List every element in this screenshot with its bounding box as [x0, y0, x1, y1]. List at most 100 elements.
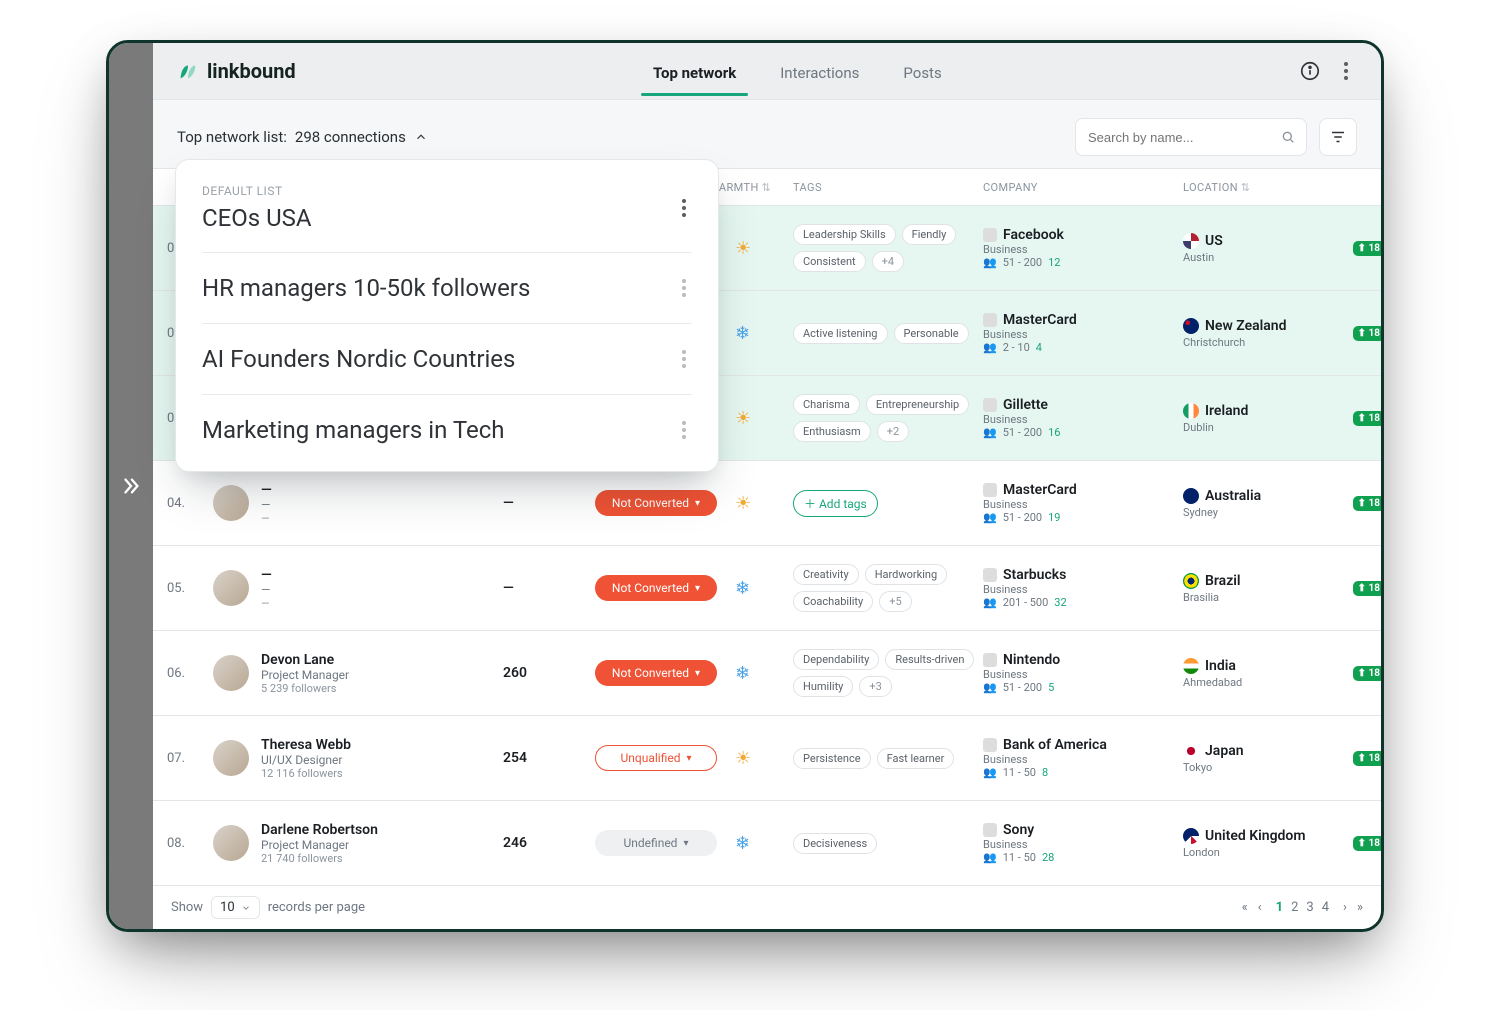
- page-number[interactable]: 3: [1306, 900, 1313, 915]
- score-badge[interactable]: ⬆ 18: [1353, 496, 1384, 511]
- country: Brazil: [1205, 573, 1241, 589]
- country: New Zealand: [1205, 318, 1287, 334]
- tags-cell: Creativity Hardworking Coachability +5: [793, 564, 983, 612]
- col-location[interactable]: LOCATION: [1183, 181, 1343, 194]
- dropdown-item[interactable]: AI Founders Nordic Countries: [202, 323, 692, 394]
- sun-icon: ☀: [735, 748, 751, 769]
- tag-more[interactable]: +5: [879, 591, 911, 612]
- row-badges: ⬆ 18 in: [1343, 323, 1384, 343]
- table-row[interactable]: 08. Darlene Robertson Project Manager 21…: [153, 801, 1381, 886]
- page-first[interactable]: «: [1242, 900, 1248, 915]
- row-badges: ⬆ 18 in: [1343, 748, 1384, 768]
- col-tags[interactable]: TAGS: [793, 181, 983, 194]
- tag-chip[interactable]: Entrepreneurship: [866, 394, 969, 415]
- table-row[interactable]: 05. — — — — Not Converted▾ ❄ CreativityH…: [153, 546, 1381, 631]
- tag-more[interactable]: +4: [872, 251, 904, 272]
- tag-chip[interactable]: Active listening: [793, 323, 888, 344]
- status-pill[interactable]: Unqualified▾: [595, 745, 717, 771]
- search-icon: [1280, 129, 1296, 145]
- score-badge[interactable]: ⬆ 18: [1353, 836, 1384, 851]
- tag-chip[interactable]: Humility: [793, 676, 853, 697]
- overflow-button[interactable]: [1335, 60, 1357, 82]
- dropdown-item-menu[interactable]: [676, 193, 692, 223]
- people-icon: 👥: [983, 681, 997, 694]
- tag-chip[interactable]: Personable: [894, 323, 969, 344]
- score-badge[interactable]: ⬆ 18: [1353, 411, 1384, 426]
- status-pill[interactable]: Not Converted▾: [595, 660, 717, 686]
- per-page-select[interactable]: 10: [211, 896, 260, 919]
- brand-logo[interactable]: linkbound: [177, 59, 296, 83]
- company-logo-icon: [983, 228, 997, 242]
- collapsed-sidebar[interactable]: [109, 43, 153, 929]
- avatar: [213, 485, 249, 521]
- dropdown-item[interactable]: HR managers 10-50k followers: [202, 252, 692, 323]
- score-badge[interactable]: ⬆ 18: [1353, 581, 1384, 596]
- snowflake-icon: ❄: [735, 663, 750, 684]
- table-row[interactable]: 04. — — — — Not Converted▾ ☀ ＋ Add tags …: [153, 461, 1381, 546]
- city: Sydney: [1183, 506, 1343, 519]
- status-pill[interactable]: Undefined▾: [595, 830, 717, 856]
- dropdown-item-menu[interactable]: [676, 415, 692, 445]
- page-prev[interactable]: ‹: [1258, 900, 1262, 915]
- page-last[interactable]: »: [1357, 900, 1363, 915]
- tags-cell: Active listening Personable: [793, 323, 983, 344]
- tag-chip[interactable]: Fiendly: [902, 224, 957, 245]
- tag-chip[interactable]: Coachability: [793, 591, 873, 612]
- page-number[interactable]: 2: [1291, 900, 1298, 915]
- page-number[interactable]: 4: [1322, 900, 1329, 915]
- nav-tab[interactable]: Posts: [899, 47, 945, 95]
- search-field[interactable]: [1075, 118, 1307, 156]
- tag-chip[interactable]: Hardworking: [865, 564, 947, 585]
- filter-button[interactable]: [1319, 118, 1357, 156]
- tag-chip[interactable]: Enthusiasm: [793, 421, 871, 442]
- location-cell: US Austin: [1183, 233, 1343, 264]
- status-pill[interactable]: Not Converted▾: [595, 575, 717, 601]
- tag-chip[interactable]: Leadership Skills: [793, 224, 896, 245]
- tag-more[interactable]: +2: [877, 421, 909, 442]
- score-badge[interactable]: ⬆ 18: [1353, 326, 1384, 341]
- tag-chip[interactable]: Results-driven: [885, 649, 974, 670]
- person-name: Devon Lane: [261, 652, 349, 668]
- page-next[interactable]: ›: [1343, 900, 1347, 915]
- table-footer: Show 10 records per page « ‹ 1234 › »: [153, 886, 1381, 929]
- list-selector-toggle[interactable]: Top network list: 298 connections: [177, 128, 428, 146]
- add-tags-button[interactable]: ＋ Add tags: [793, 490, 878, 517]
- tag-chip[interactable]: Charisma: [793, 394, 860, 415]
- dropdown-item-default[interactable]: DEFAULT LIST CEOs USA: [202, 178, 692, 252]
- dropdown-item-menu[interactable]: [676, 344, 692, 374]
- tag-chip[interactable]: Fast learner: [877, 748, 955, 769]
- row-index: 08.: [167, 836, 213, 851]
- page-number[interactable]: 1: [1276, 900, 1283, 915]
- table-row[interactable]: 06. Devon Lane Project Manager 5 239 fol…: [153, 631, 1381, 716]
- dropdown-item[interactable]: Marketing managers in Tech: [202, 394, 692, 465]
- dropdown-item-menu[interactable]: [676, 273, 692, 303]
- info-button[interactable]: [1299, 60, 1321, 82]
- company-cell: Facebook Business 👥51 - 200 12: [983, 227, 1183, 269]
- location-cell: Ireland Dublin: [1183, 403, 1343, 434]
- chevron-up-icon: [414, 130, 428, 144]
- score-badge[interactable]: ⬆ 18: [1353, 666, 1384, 681]
- people-icon: 👥: [983, 851, 997, 864]
- score-badge[interactable]: ⬆ 18: [1353, 241, 1384, 256]
- table-row[interactable]: 07. Theresa Webb UI/UX Designer 12 116 f…: [153, 716, 1381, 801]
- company-emp-count: 4: [1036, 341, 1042, 354]
- nav-tab[interactable]: Top network: [649, 47, 740, 95]
- score-badge[interactable]: ⬆ 18: [1353, 751, 1384, 766]
- company-emp-count: 16: [1048, 426, 1060, 439]
- col-warmth[interactable]: WARMTH: [709, 181, 793, 194]
- nav-tab[interactable]: Interactions: [776, 47, 863, 95]
- chevron-down-icon: [241, 903, 251, 913]
- col-company[interactable]: COMPANY: [983, 181, 1183, 194]
- tag-chip[interactable]: Dependability: [793, 649, 879, 670]
- tag-chip[interactable]: Decisiveness: [793, 833, 877, 854]
- search-input[interactable]: [1086, 129, 1280, 146]
- tag-chip[interactable]: Creativity: [793, 564, 859, 585]
- company-size: 2 - 10: [1003, 341, 1030, 354]
- row-badges: ⬆ 18 in: [1343, 578, 1384, 598]
- tag-more[interactable]: +3: [859, 676, 891, 697]
- tag-chip[interactable]: Consistent: [793, 251, 866, 272]
- flag-icon: [1183, 743, 1199, 759]
- tag-chip[interactable]: Persistence: [793, 748, 871, 769]
- list-dropdown: DEFAULT LIST CEOs USA HR managers 10-50k…: [175, 159, 719, 472]
- status-pill[interactable]: Not Converted▾: [595, 490, 717, 516]
